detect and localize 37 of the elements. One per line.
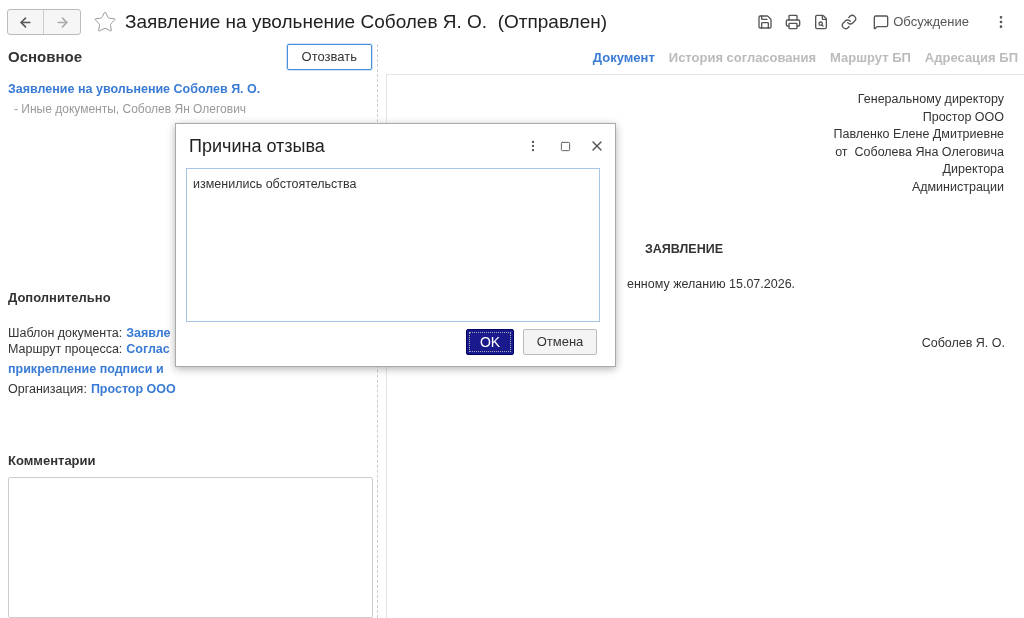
field-link[interactable]: Соглас: [126, 341, 170, 358]
addressee-line: Простор ООО: [922, 108, 1004, 126]
link-icon[interactable]: [841, 14, 858, 30]
document-title: ЗАЯВЛЕНИЕ: [645, 240, 723, 258]
discussion-button[interactable]: Обсуждение: [873, 12, 969, 32]
dialog-title: Причина отзыва: [189, 134, 325, 158]
print-icon[interactable]: [785, 14, 802, 30]
tab[interactable]: Документ: [592, 48, 655, 68]
document-link[interactable]: Заявление на увольнение Соболев Я. О.: [8, 80, 373, 99]
section-heading: Основное: [8, 46, 83, 67]
window-title: Заявление на увольнение Соболев Я. О. (Отправлен): [125, 9, 608, 34]
document-subtitle: - Иные документы, Соболев Ян Олегович: [13, 100, 248, 118]
ok-button[interactable]: OK: [466, 329, 514, 355]
reason-field[interactable]: изменились обстоятельства: [186, 168, 600, 322]
addressee-line: Павленко Елене Дмитриевне: [833, 126, 1004, 144]
section-heading: Комментарии: [8, 452, 97, 471]
addressee-line: Администрации: [911, 178, 1004, 196]
field-label: Маршрут процесса:: [8, 341, 123, 358]
favorite-star-icon[interactable]: [93, 10, 117, 34]
addressee-line: от Соболева Яна Олеговича: [835, 143, 1004, 161]
preview-icon[interactable]: [813, 14, 830, 30]
document-body: енному желанию 15.07.2026.: [627, 276, 796, 294]
maximize-icon[interactable]: [560, 140, 571, 152]
cancel-button[interactable]: Отмена: [523, 329, 597, 355]
chat-bubble-icon: [873, 14, 890, 30]
addressee-line: Генеральному директору: [857, 91, 1004, 108]
save-icon[interactable]: [757, 14, 774, 30]
field-label: Организация:: [8, 381, 87, 398]
field-link[interactable]: Заявле: [126, 325, 171, 342]
section-heading: Дополнительно: [8, 288, 112, 307]
field-label: Шаблон документа:: [8, 325, 123, 342]
comments-field[interactable]: [8, 476, 373, 618]
field-link[interactable]: Простор ООО: [90, 381, 176, 398]
field-link[interactable]: прикрепление подписи и: [8, 361, 164, 378]
signature: Соболев Я. О.: [921, 335, 1005, 353]
addressee-line: Директора: [942, 161, 1004, 179]
recall-button[interactable]: Отозвать: [286, 44, 372, 70]
